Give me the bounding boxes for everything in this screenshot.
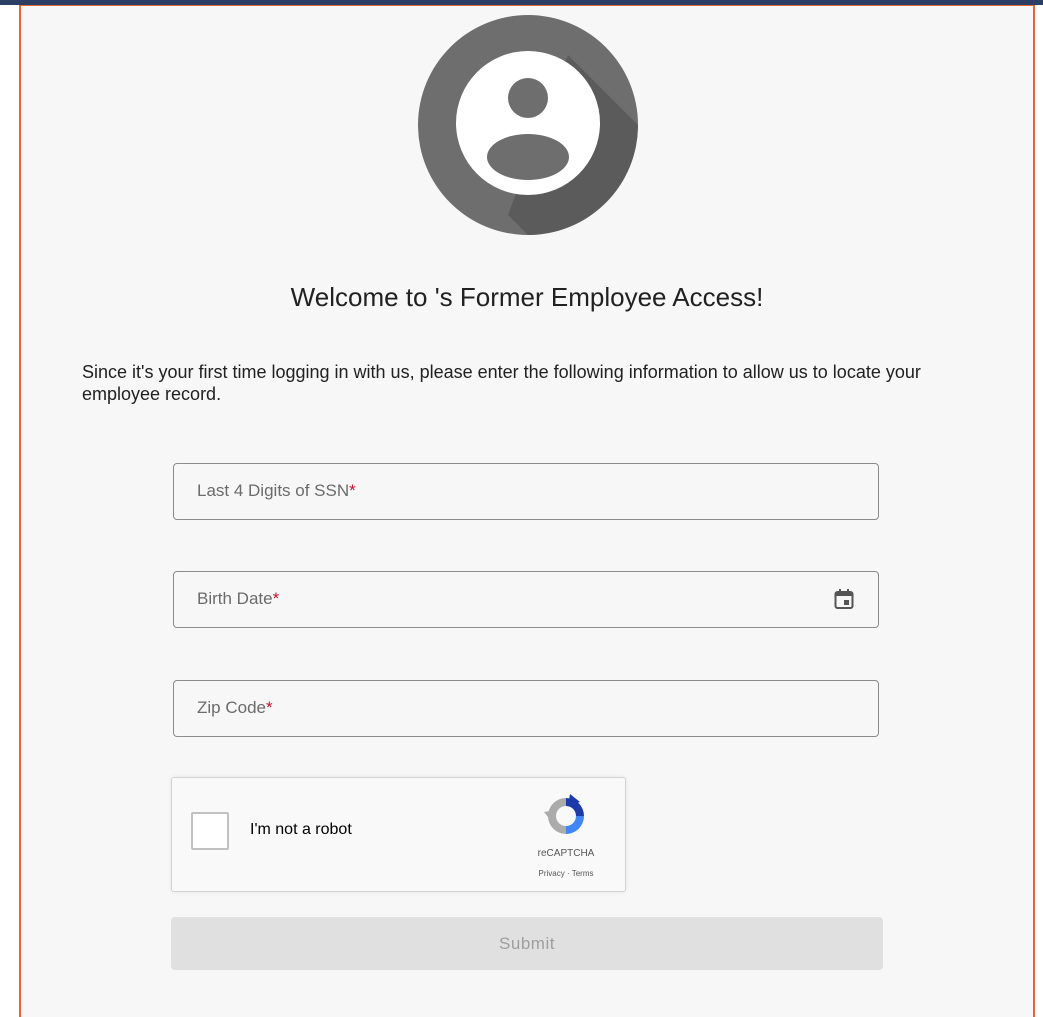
recaptcha-brand: reCAPTCHA xyxy=(537,848,595,859)
recaptcha-logo-icon xyxy=(542,792,590,840)
login-panel: Welcome to 's Former Employee Access! Si… xyxy=(19,5,1035,1017)
user-avatar-icon xyxy=(418,15,638,235)
recaptcha-links: Privacy · Terms xyxy=(512,869,620,878)
required-mark: * xyxy=(272,589,280,608)
recaptcha-widget: I'm not a robot reCAPTCHA Privacy · Term… xyxy=(171,777,626,892)
required-mark: * xyxy=(349,481,356,500)
link-separator: · xyxy=(564,869,572,878)
intro-text: Since it's your first time logging in wi… xyxy=(82,362,921,404)
zip-code-label: Zip Code* xyxy=(197,698,273,718)
required-mark: * xyxy=(265,698,273,717)
ssn-label: Last 4 Digits of SSN* xyxy=(197,481,356,501)
zip-code-input[interactable]: Zip Code* xyxy=(173,680,879,737)
birth-date-label-text: Birth Date xyxy=(197,589,273,608)
calendar-icon[interactable] xyxy=(832,587,856,611)
ssn-label-text: Last 4 Digits of SSN xyxy=(197,481,350,500)
zip-code-label-text: Zip Code xyxy=(197,698,266,717)
recaptcha-checkbox[interactable] xyxy=(191,812,229,850)
recaptcha-label: I'm not a robot xyxy=(250,821,352,838)
birth-date-label: Birth Date* xyxy=(197,589,279,609)
birth-date-input[interactable]: Birth Date* xyxy=(173,571,879,628)
privacy-link[interactable]: Privacy xyxy=(539,869,565,878)
terms-link[interactable]: Terms xyxy=(572,869,594,878)
ssn-input[interactable]: Last 4 Digits of SSN* xyxy=(173,463,879,520)
page-title: Welcome to 's Former Employee Access! xyxy=(290,282,764,312)
submit-button[interactable]: Submit xyxy=(171,917,883,970)
